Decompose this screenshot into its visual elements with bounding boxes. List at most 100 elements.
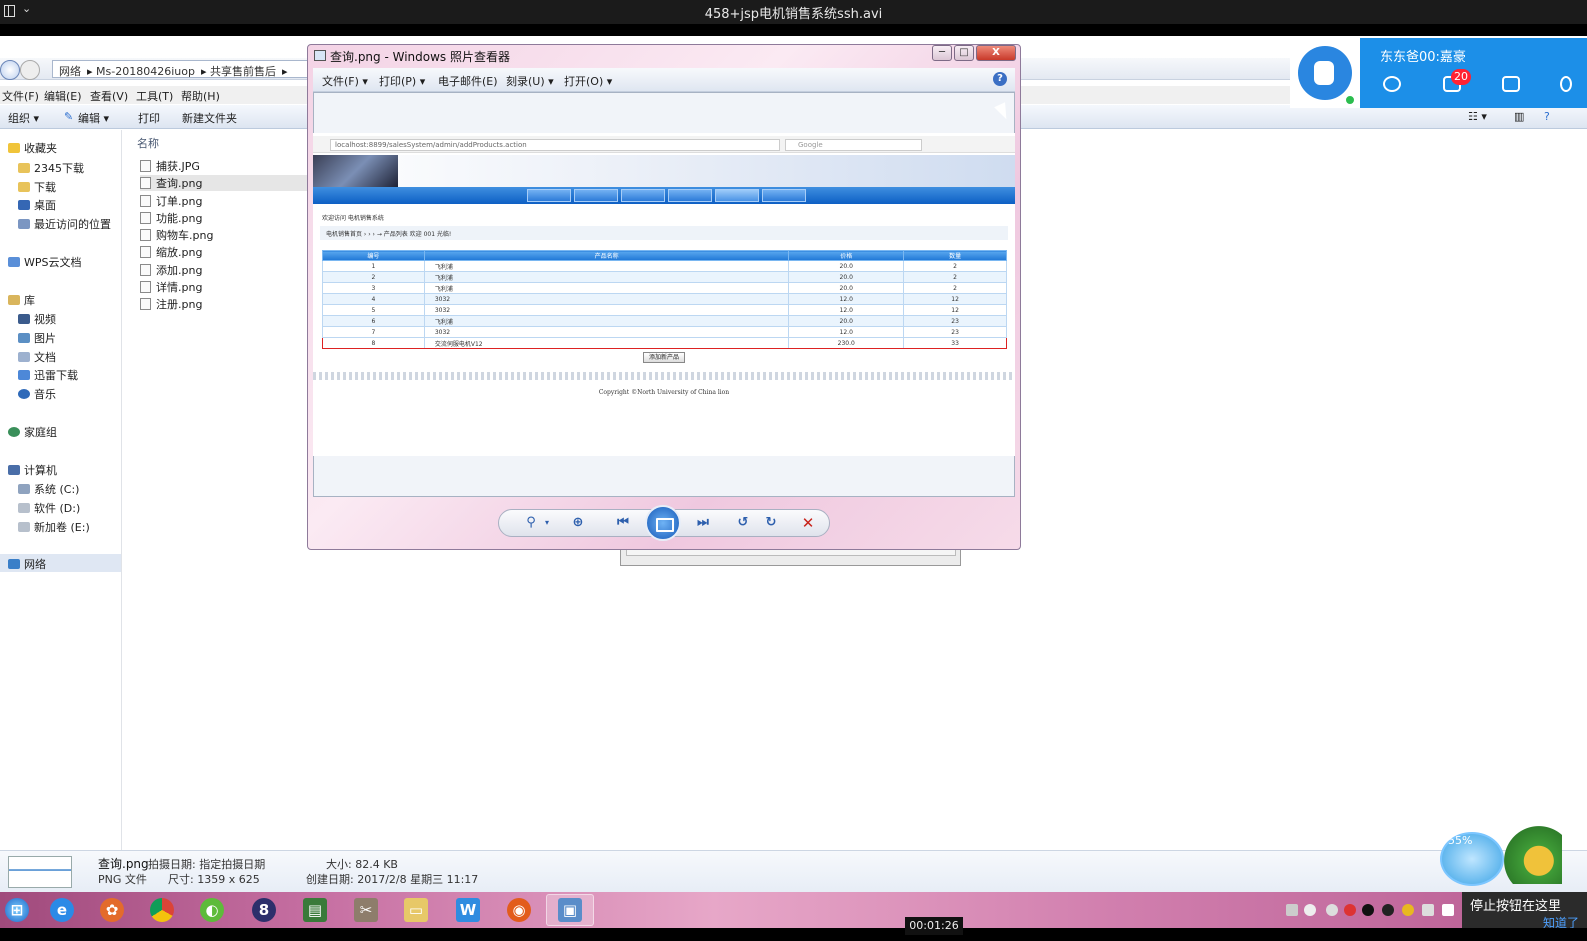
nav-drive-d[interactable]: 软件 (D:) [18,500,80,516]
menu-tools[interactable]: 工具(T) [136,88,173,104]
nav-drive-e[interactable]: 新加卷 (E:) [18,519,90,535]
list-item[interactable]: 详情.png [140,279,310,295]
list-item[interactable]: 购物车.png [140,227,310,243]
menu-help[interactable]: 帮助(H) [181,88,220,104]
rotate-right-icon[interactable]: ↻ [762,515,780,531]
nav-item-music[interactable]: 音乐 [18,386,56,402]
minimize-button[interactable]: ─ [932,45,952,61]
actual-size-icon[interactable]: ⊕ [569,515,587,531]
calendar-icon[interactable] [1502,76,1520,92]
list-item[interactable]: 注册.png [140,296,310,312]
nav-item-pictures[interactable]: 图片 [18,330,56,346]
list-item[interactable]: 订单.png [140,193,310,209]
list-item[interactable]: 捕获.JPG [140,158,310,174]
taskbar-chrome[interactable] [138,894,186,926]
breadcrumb-item[interactable]: 共享售前售后 [210,65,276,77]
taskbar-explorer[interactable]: ▭ [392,894,440,926]
slideshow-button[interactable] [645,505,681,541]
forward-button[interactable] [20,60,40,80]
thermometer-icon[interactable] [1326,904,1338,916]
delete-icon[interactable]: ✕ [799,515,817,531]
previous-icon[interactable]: ⏮ [614,515,632,531]
close-button[interactable]: X [976,45,1016,61]
keyboard-icon[interactable] [1286,904,1298,916]
network-icon [8,559,20,569]
help-icon[interactable]: ? [993,72,1007,86]
table-row: 7 3032 12.0 23 [322,326,1007,338]
details-pane: 查询.png 拍摄日期: 指定拍摄日期 PNG 文件 尺寸: 1359 x 62… [0,850,1587,892]
list-item[interactable]: 查询.png [140,175,310,191]
list-item[interactable]: 功能.png [140,210,310,226]
breadcrumb-item[interactable]: Ms-20180426iuop [96,65,195,77]
taskbar-eclipse[interactable]: 8 [240,894,288,926]
nav-network[interactable]: 网络 [0,554,121,572]
column-header-name[interactable]: 名称 [137,135,159,151]
search-icon[interactable] [1560,76,1572,92]
antivirus-icon[interactable] [1344,904,1356,916]
menu-edit[interactable]: 编辑(E) [44,88,82,104]
back-button[interactable] [0,60,20,80]
nav-item-2345[interactable]: 2345下载 [18,160,84,176]
view-options-icon[interactable]: ☷ ▾ [1468,110,1487,123]
taskbar-tools[interactable]: ✂ [342,894,390,926]
avatar[interactable] [1290,38,1360,108]
taskbar-photo-viewer[interactable]: ▣ [546,894,594,926]
nav-computer[interactable]: 计算机 [8,462,57,478]
viewer-menu-burn[interactable]: 刻录(U) ▾ [506,73,554,89]
preview-pane-icon[interactable]: ▥ [1514,110,1524,123]
network-activity-icon[interactable] [1382,904,1394,916]
detail-filename: 查询.png [98,857,149,871]
fish-widget[interactable]: 55% [1430,826,1565,890]
nav-item-documents[interactable]: 文档 [18,349,56,365]
taskbar-360[interactable]: ◐ [188,894,236,926]
nav-libraries[interactable]: 库 [8,292,35,308]
print-button[interactable]: 打印 [138,110,160,126]
display-icon[interactable] [1422,904,1434,916]
maximize-button[interactable]: □ [954,45,974,61]
ie-icon: e [50,898,74,922]
usb-icon[interactable] [1304,904,1316,916]
nav-item-videos[interactable]: 视频 [18,311,56,327]
viewer-menu-email[interactable]: 电子邮件(E) [438,73,498,89]
list-item[interactable]: 缩放.png [140,244,310,260]
nav-homegroup[interactable]: 家庭组 [8,424,57,440]
navigation-pane: 收藏夹 2345下载 下载 桌面 最近访问的位置 WPS云文档 库 视频 图片 … [0,130,122,850]
nav-item-desktop[interactable]: 桌面 [18,197,56,213]
breadcrumb[interactable]: 网络 ▸ Ms-20180426iuop ▸ 共享售前售后 ▸ [52,60,312,78]
edit-button[interactable]: 编辑 ▾ [78,110,109,126]
nav-item-downloads[interactable]: 下载 [18,179,56,195]
start-button[interactable]: ⊞ [0,894,34,926]
new-folder-button[interactable]: 新建文件夹 [182,110,237,126]
volume-icon[interactable] [1442,904,1454,916]
nav-favorites[interactable]: 收藏夹 [8,140,57,156]
qq-penguin-icon[interactable] [1362,904,1374,916]
nav-drive-c[interactable]: 系统 (C:) [18,481,79,497]
taskbar-monitor[interactable]: ▤ [291,894,339,926]
breadcrumb-item[interactable]: 网络 [59,65,81,77]
menu-view[interactable]: 查看(V) [90,88,128,104]
menu-file[interactable]: 文件(F) [2,88,39,104]
viewer-menu-open[interactable]: 打开(O) ▾ [564,73,612,89]
rotate-left-icon[interactable]: ↺ [734,515,752,531]
next-icon[interactable]: ⏭ [694,515,712,531]
qzone-icon[interactable] [1383,76,1401,92]
taskbar-recorder[interactable]: ◉ [495,894,543,926]
list-item[interactable]: 添加.png [140,262,310,278]
screenshot-copyright: Copyright ©North University of China lio… [598,389,730,396]
security-icon[interactable] [1402,904,1414,916]
image-file-icon [140,298,151,310]
screenshot-crumb: 电机销售首页 › › › → 产品列表 欢迎 001 光临! [320,226,1008,240]
taskbar-app[interactable]: ✿ [88,894,136,926]
organize-button[interactable]: 组织 ▾ [8,110,39,126]
taskbar-ie[interactable]: e [38,894,86,926]
viewer-menu-file[interactable]: 文件(F) ▾ [322,73,368,89]
eclipse-icon: 8 [252,898,276,922]
nav-wps[interactable]: WPS云文档 [8,254,82,270]
nav-item-thunder[interactable]: 迅雷下载 [18,367,78,383]
chevron-down-icon[interactable]: ▾ [538,515,556,531]
help-icon[interactable]: ? [1544,110,1550,123]
nav-item-recent[interactable]: 最近访问的位置 [18,216,111,232]
taskbar-wps[interactable]: W [444,894,492,926]
image-file-icon [140,281,151,293]
viewer-menu-print[interactable]: 打印(P) ▾ [379,73,425,89]
